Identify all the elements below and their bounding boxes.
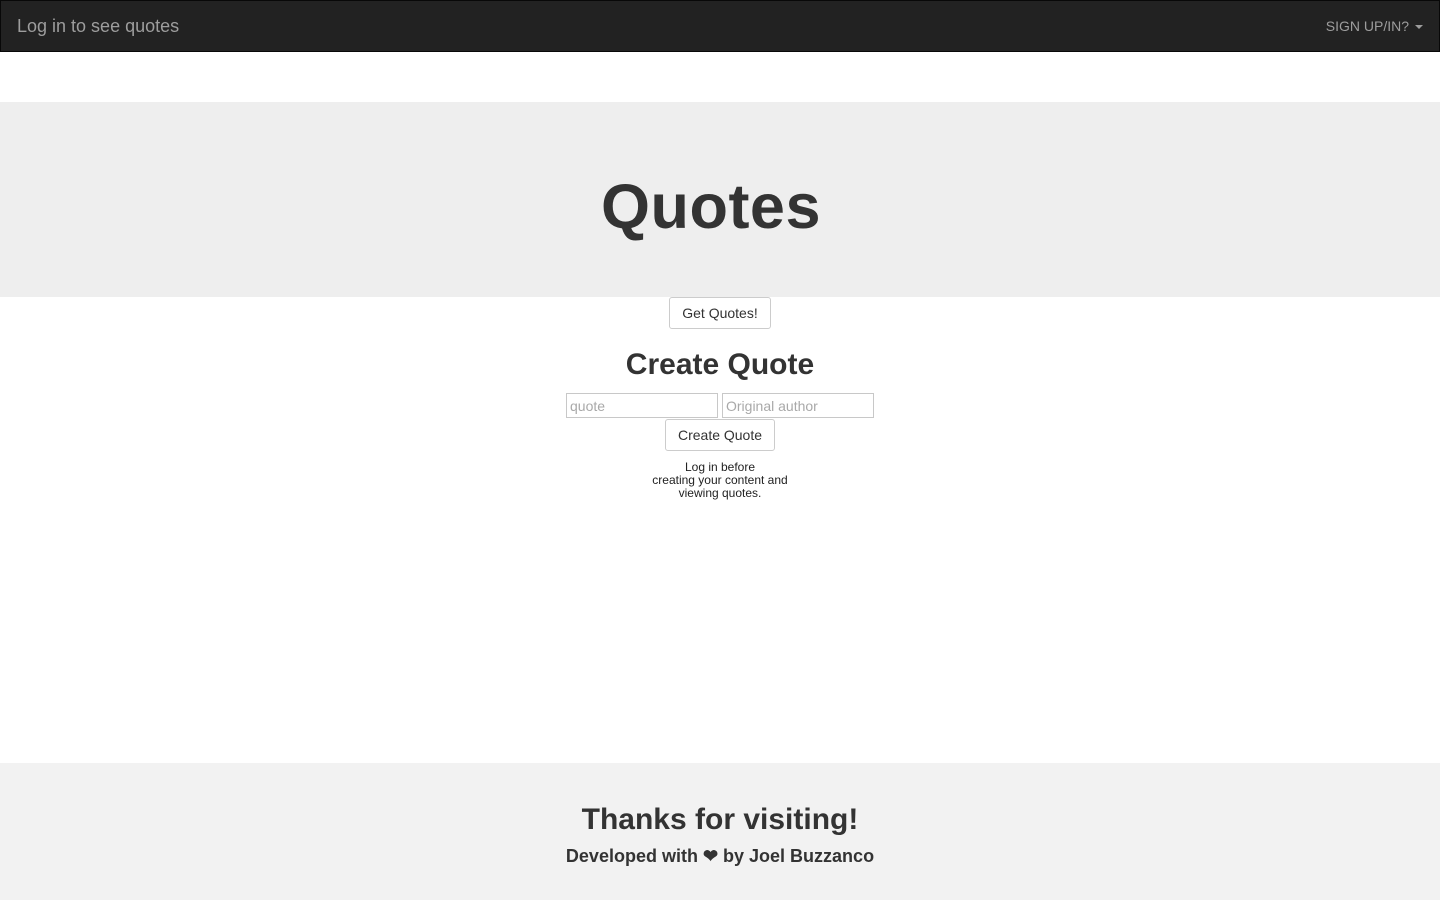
sign-up-in-dropdown[interactable]: SIGN UP/IN? — [1326, 18, 1423, 34]
jumbotron: Quotes — [0, 102, 1440, 297]
navbar: Log in to see quotes SIGN UP/IN? — [0, 0, 1440, 52]
navbar-brand-link[interactable]: Log in to see quotes — [17, 16, 179, 37]
login-notice-line: viewing quotes. — [678, 486, 762, 500]
footer-title: Thanks for visiting! — [581, 803, 859, 836]
original-author-input[interactable] — [722, 393, 874, 418]
sign-up-in-label: SIGN UP/IN? — [1325, 18, 1409, 34]
page-title: Quotes — [600, 171, 822, 242]
caret-down-icon — [1415, 25, 1423, 29]
footer: Thanks for visiting! Developed with ❤ by… — [0, 763, 1440, 900]
create-quote-heading: Create Quote — [625, 348, 815, 381]
login-notice: Log in before creating your content and … — [640, 461, 800, 500]
create-quote-button[interactable]: Create Quote — [665, 419, 775, 451]
footer-credit: Developed with ❤ by Joel Buzzanco — [565, 846, 875, 866]
get-quotes-button[interactable]: Get Quotes! — [669, 297, 771, 329]
quote-input[interactable] — [566, 393, 718, 418]
